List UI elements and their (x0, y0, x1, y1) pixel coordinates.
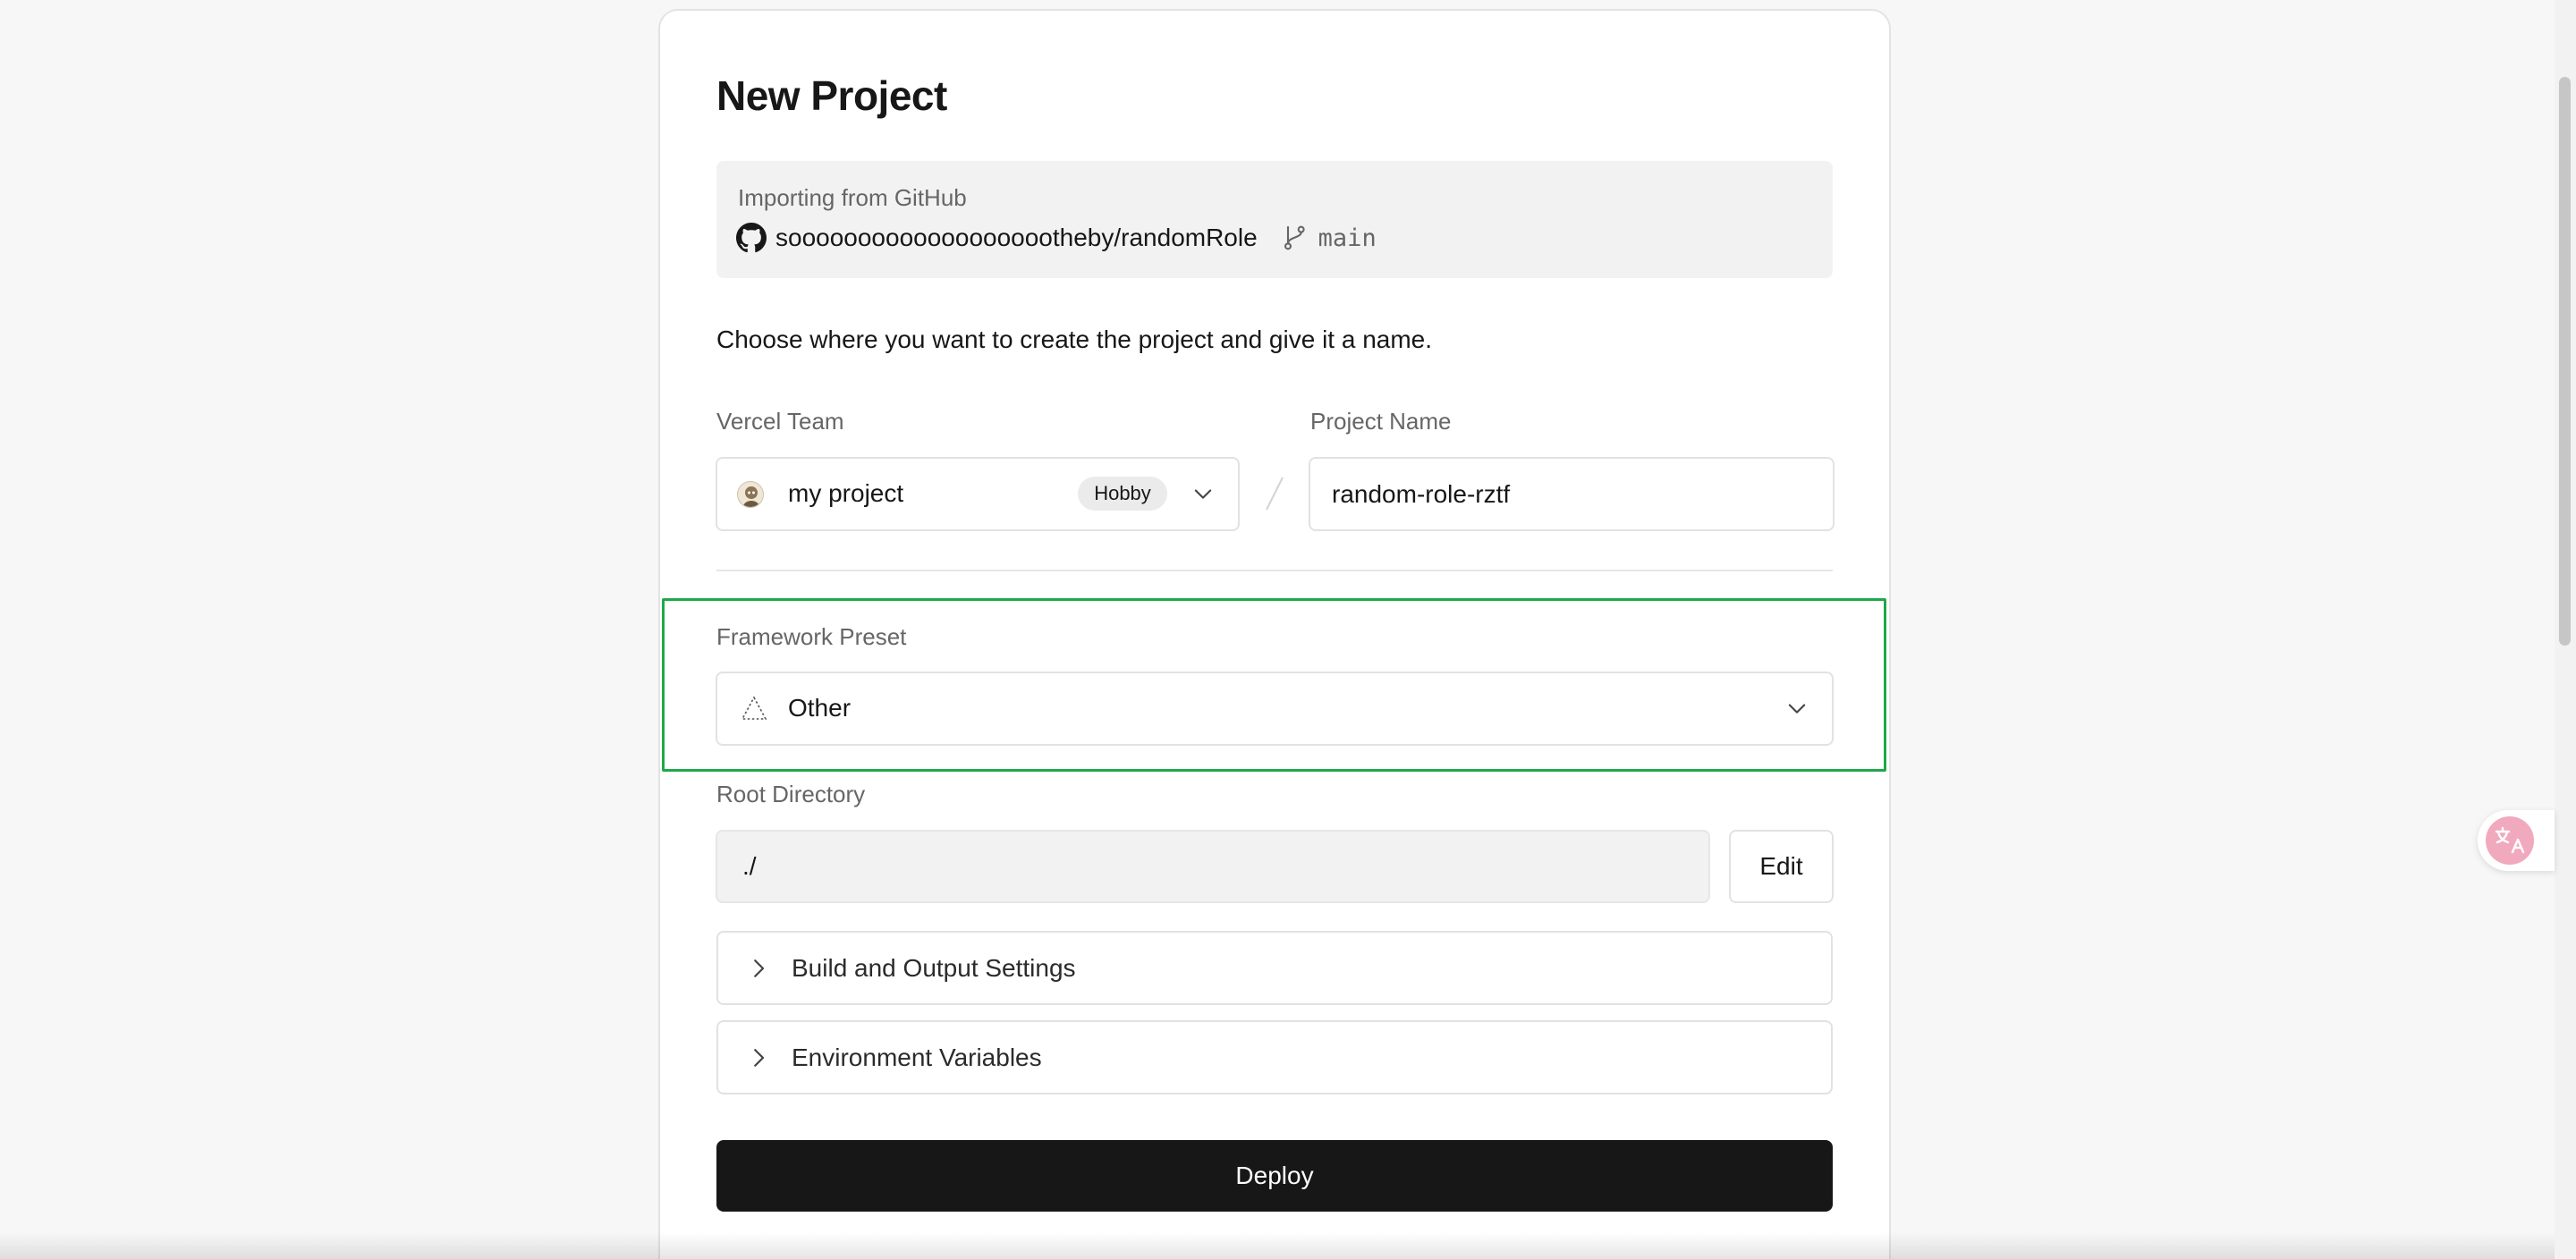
chevron-right-icon (754, 1048, 765, 1067)
section-divider (716, 570, 1833, 571)
build-output-settings-toggle[interactable]: Build and Output Settings (716, 931, 1833, 1005)
project-name-label: Project Name (1310, 408, 1452, 435)
framework-preset-select[interactable] (716, 672, 1834, 746)
chevron-right-icon (754, 959, 765, 977)
build-output-settings-label: Build and Output Settings (792, 953, 1076, 982)
github-icon (736, 223, 767, 253)
scrollbar-thumb[interactable] (2559, 77, 2571, 646)
vercel-team-label: Vercel Team (716, 408, 844, 435)
edit-root-directory-button[interactable]: Edit (1729, 830, 1834, 903)
translate-icon[interactable] (2486, 816, 2534, 865)
chevron-down-icon (1788, 704, 1806, 714)
environment-variables-label: Environment Variables (792, 1043, 1042, 1071)
page-title: New Project (716, 72, 947, 119)
project-name-input[interactable] (1309, 457, 1835, 531)
branch-name: main (1318, 224, 1377, 252)
root-directory-label: Root Directory (716, 781, 866, 807)
git-branch-icon (1284, 225, 1305, 250)
deploy-button[interactable]: Deploy (716, 1140, 1833, 1212)
import-source-label: Importing from GitHub (738, 184, 967, 211)
framework-value: Other (788, 694, 852, 722)
team-avatar (737, 481, 764, 508)
plan-badge: Hobby (1078, 477, 1167, 511)
intro-text: Choose where you want to create the proj… (716, 325, 1433, 353)
other-framework-icon (741, 696, 767, 720)
environment-variables-toggle[interactable]: Environment Variables (716, 1020, 1833, 1094)
page: New Project Importing from GitHub sooooo… (0, 0, 2576, 1259)
repo-name-link[interactable]: soooooooooooooooooootheby/randomRole (775, 224, 1258, 252)
root-directory-input[interactable] (716, 830, 1710, 903)
repo-row: soooooooooooooooooootheby/randomRole mai… (736, 220, 1377, 256)
slash-separator-icon (1266, 477, 1284, 511)
chevron-down-icon (1194, 489, 1212, 499)
bottom-shadow (0, 1232, 2576, 1259)
framework-preset-label: Framework Preset (716, 623, 907, 650)
team-name: my project (788, 479, 904, 507)
